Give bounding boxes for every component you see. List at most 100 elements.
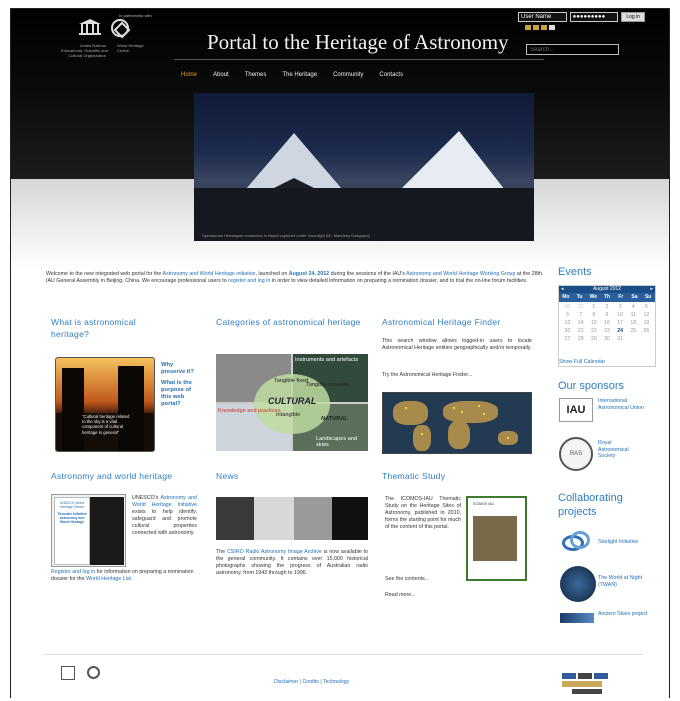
calendar-day[interactable]: 30 bbox=[600, 335, 613, 343]
tangible-fixed-label: Tangible fixed bbox=[274, 378, 309, 384]
calendar-day[interactable]: 12 bbox=[640, 311, 653, 319]
calendar-day[interactable]: 4 bbox=[627, 303, 640, 311]
thematic-heading[interactable]: Thematic Study bbox=[382, 470, 502, 482]
read-more-link[interactable]: Read more... bbox=[385, 592, 465, 599]
show-full-calendar-link[interactable]: Show Full Calendar bbox=[559, 359, 605, 365]
why-preserve-link[interactable]: Why preserve it? bbox=[161, 362, 199, 376]
ancient-skies-link[interactable]: Ancient Skies project bbox=[598, 611, 653, 618]
calendar-day[interactable]: 29 bbox=[587, 335, 600, 343]
stones-sunset-image[interactable]: "Cultural heritage related to the sky is… bbox=[55, 357, 155, 452]
iau-logo[interactable]: IAU bbox=[559, 398, 593, 422]
see-contents-link[interactable]: See the contents... bbox=[385, 576, 465, 583]
unesco-logo[interactable]: In partnership with United Nations Educa… bbox=[61, 13, 173, 69]
calendar-day[interactable]: 23 bbox=[600, 327, 613, 335]
calendar-day[interactable]: 27 bbox=[561, 335, 574, 343]
calendar-day[interactable] bbox=[627, 335, 640, 343]
working-group-link[interactable]: Astronomy and World Heritage Working Gro… bbox=[406, 271, 515, 277]
calendar-day[interactable]: 26 bbox=[640, 327, 653, 335]
knowledge-label: Knowledge and practices bbox=[218, 408, 281, 414]
calendar-day[interactable]: 17 bbox=[614, 319, 627, 327]
calendar-day[interactable]: 8 bbox=[587, 311, 600, 319]
language-flag-icon[interactable] bbox=[525, 25, 531, 30]
calendar-day[interactable]: 16 bbox=[600, 319, 613, 327]
register-link[interactable]: Register and log in bbox=[51, 569, 95, 575]
register-login-link[interactable]: register and log in bbox=[228, 278, 270, 284]
radio-astronomy-images[interactable] bbox=[216, 497, 368, 540]
instruments-label: Instruments and artefacts bbox=[295, 357, 359, 363]
calendar-day[interactable]: 13 bbox=[561, 319, 574, 327]
categories-heading[interactable]: Categories of astronomical heritage bbox=[216, 316, 361, 328]
language-flag-icon[interactable] bbox=[549, 25, 555, 30]
calendar-day[interactable]: 20 bbox=[561, 327, 574, 335]
password-input[interactable] bbox=[569, 12, 618, 22]
language-flag-icon[interactable] bbox=[533, 25, 539, 30]
footer-unesco-logo[interactable] bbox=[57, 661, 117, 696]
twan-link[interactable]: The World at Night (TWAN) bbox=[598, 575, 648, 588]
calendar-month: August 2012 bbox=[592, 286, 622, 292]
what-is-heading[interactable]: What is astronomical heritage? bbox=[51, 316, 176, 340]
calendar-day[interactable]: 2 bbox=[600, 303, 613, 311]
world-map-image[interactable] bbox=[382, 392, 532, 454]
calendar-day[interactable]: 14 bbox=[574, 319, 587, 327]
nav-home[interactable]: Home bbox=[181, 72, 197, 78]
calendar-day[interactable]: 11 bbox=[627, 311, 640, 319]
footer-links[interactable]: Disclaimer | Credits | Technology bbox=[274, 679, 349, 685]
calendar-day[interactable]: 25 bbox=[627, 327, 640, 335]
calendar-day[interactable]: 10 bbox=[614, 311, 627, 319]
starlight-link[interactable]: Starlight Initiative bbox=[598, 539, 658, 546]
nav-community[interactable]: Community bbox=[333, 72, 363, 78]
calendar-day[interactable]: 18 bbox=[627, 319, 640, 327]
calendar-day[interactable]: 22 bbox=[587, 327, 600, 335]
calendar-day[interactable]: 5 bbox=[640, 303, 653, 311]
calendar-day[interactable]: 30 bbox=[561, 303, 574, 311]
calendar-day[interactable]: 3 bbox=[614, 303, 627, 311]
calendar-day[interactable]: 1 bbox=[587, 303, 600, 311]
cultural-label: CULTURAL bbox=[268, 396, 317, 406]
site-title[interactable]: Portal to the Heritage of Astronomy bbox=[207, 30, 509, 55]
search-input[interactable] bbox=[526, 44, 619, 55]
thematic-study-cover[interactable]: ICOMOS IAU bbox=[466, 496, 527, 581]
username-input[interactable] bbox=[518, 12, 567, 22]
prev-month-icon[interactable]: ◂ bbox=[561, 286, 564, 293]
nav-themes[interactable]: Themes bbox=[245, 72, 267, 78]
calendar-day[interactable]: 15 bbox=[587, 319, 600, 327]
calendar-day-today[interactable]: 24 bbox=[614, 327, 627, 335]
calendar-day[interactable]: 9 bbox=[600, 311, 613, 319]
weekday-label: Mo bbox=[562, 294, 570, 300]
calendar-day[interactable]: 31 bbox=[614, 335, 627, 343]
calendar-day[interactable]: 21 bbox=[574, 327, 587, 335]
iau-link[interactable]: International Astronomical Union bbox=[598, 398, 648, 411]
sponsors-heading: Our sponsors bbox=[558, 380, 625, 392]
initiative-book-image[interactable]: UNESCO World Heritage Centre Thematic In… bbox=[51, 494, 126, 567]
calendar-day[interactable]: 7 bbox=[574, 311, 587, 319]
ras-link[interactable]: Royal Astronomical Society bbox=[598, 440, 643, 460]
starlight-logo[interactable] bbox=[560, 529, 594, 555]
calendar-day[interactable]: 6 bbox=[561, 311, 574, 319]
news-heading[interactable]: News bbox=[216, 470, 296, 482]
astro-world-heading[interactable]: Astronomy and world heritage bbox=[51, 470, 211, 482]
categories-diagram[interactable]: Instruments and artefacts Tangible fixed… bbox=[216, 354, 368, 451]
finder-link[interactable]: Try the Astronomical Heritage Finder... bbox=[382, 372, 532, 379]
language-flag-icon[interactable] bbox=[541, 25, 547, 30]
login-button[interactable]: Log in bbox=[621, 12, 645, 22]
calendar-day[interactable]: 28 bbox=[574, 335, 587, 343]
portal-purpose-link[interactable]: What is the purpose of this web portal? bbox=[161, 380, 199, 408]
initiative-link[interactable]: Astronomy and World Heritage initiative bbox=[163, 271, 256, 277]
nav-about[interactable]: About bbox=[213, 72, 229, 78]
calendar-day[interactable]: 31 bbox=[574, 303, 587, 311]
footer-partner-logos[interactable] bbox=[562, 673, 610, 695]
calendar-day[interactable] bbox=[640, 335, 653, 343]
ancient-skies-logo[interactable] bbox=[560, 613, 594, 623]
next-month-icon[interactable]: ▸ bbox=[650, 286, 653, 293]
twan-logo[interactable] bbox=[560, 566, 596, 602]
finder-heading[interactable]: Astronomical Heritage Finder bbox=[382, 316, 542, 328]
csiro-archive-link[interactable]: CSIRO Radio Astronomy Image Archive bbox=[227, 549, 322, 555]
whl-link[interactable]: World Heritage List. bbox=[86, 576, 132, 582]
welcome-part: during the sessions of the IAU's bbox=[330, 271, 405, 277]
text-part: UNESCO's bbox=[132, 495, 159, 501]
nav-the-heritage[interactable]: The Heritage bbox=[282, 72, 317, 78]
sidebar: Events bbox=[558, 265, 658, 279]
nav-contacts[interactable]: Contacts bbox=[379, 72, 403, 78]
ras-logo[interactable]: RAS bbox=[559, 437, 593, 471]
calendar-day[interactable]: 19 bbox=[640, 319, 653, 327]
